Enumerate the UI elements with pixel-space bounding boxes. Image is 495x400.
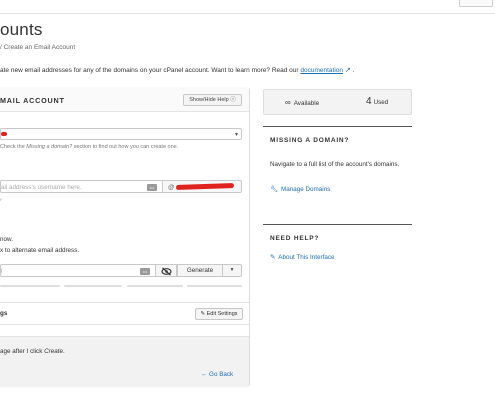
- stay-end: .: [63, 348, 65, 355]
- chevron-down-icon: ▾: [230, 267, 234, 273]
- used-label: Used: [373, 99, 389, 106]
- edit-settings-label: Edit Settings: [206, 311, 238, 317]
- show-hide-help-button[interactable]: Show/Hide Help ⓘ: [183, 94, 242, 106]
- alternate-email-text: x to alternate email address.: [0, 247, 80, 254]
- intro-end: .: [352, 67, 355, 74]
- settings-label: gs: [0, 310, 8, 317]
- wrench-icon: 🔧︎: [270, 186, 278, 193]
- edit-settings-button[interactable]: ✎ Edit Settings: [195, 308, 243, 320]
- password-value: l: [1, 268, 3, 275]
- need-help-title: NEED HELP?: [270, 235, 320, 242]
- stay-prefix: age after I click: [0, 348, 43, 355]
- edit-box-icon: ✎: [270, 254, 276, 261]
- strength-bar-segment: [0, 285, 60, 287]
- search-field-stub[interactable]: [459, 0, 493, 7]
- key-icon: •••: [147, 184, 157, 191]
- used-stat: 4 Used: [366, 96, 388, 107]
- key-icon: •••: [140, 268, 150, 275]
- dropdown-caret-icon: ▾: [234, 132, 238, 138]
- generate-options-button[interactable]: ▾: [223, 264, 242, 277]
- go-back-link[interactable]: ← Go Back: [201, 371, 233, 378]
- redacted-domain: [1, 132, 7, 136]
- divider: [0, 302, 249, 303]
- hint-prefix: Check the: [0, 144, 25, 150]
- password-input[interactable]: l •••: [0, 264, 155, 277]
- pencil-icon: ✎: [200, 311, 206, 317]
- about-interface-label: About This Interface: [278, 254, 335, 261]
- strength-bar-segment: [187, 285, 242, 287]
- documentation-link[interactable]: documentation: [300, 67, 343, 74]
- stay-on-page-text[interactable]: age after I click Create.: [0, 348, 65, 355]
- form-footer: [0, 336, 249, 387]
- hint-suffix: section to find out how you can create o…: [73, 144, 179, 150]
- sidebar-divider: [263, 126, 412, 127]
- available-stat: ∞ Available: [285, 98, 319, 107]
- about-interface-link[interactable]: ✎ About This Interface: [270, 254, 335, 261]
- sidebar-divider: [263, 224, 412, 225]
- intro-text-body: ate new email addresses for any of the d…: [0, 67, 299, 74]
- divider: [0, 324, 249, 325]
- stay-emphasis: Create: [44, 348, 64, 355]
- manage-domains-link[interactable]: 🔧︎ Manage Domains: [270, 185, 330, 193]
- username-tick: ›: [0, 197, 2, 203]
- breadcrumb: / Create an Email Account: [0, 44, 76, 51]
- domain-at: @: [168, 184, 175, 191]
- strength-bar-segment: [64, 285, 122, 287]
- panel-title: MAIL ACCOUNT: [0, 96, 65, 105]
- domain-select[interactable]: ▾: [0, 128, 242, 140]
- top-bar: [0, 0, 495, 14]
- domain-hint: Check the Missing a domain? section to f…: [0, 144, 178, 150]
- missing-domain-title: MISSING A DOMAIN?: [270, 137, 350, 144]
- manage-domains-label: Manage Domains: [281, 186, 331, 193]
- toggle-password-button[interactable]: [155, 264, 177, 277]
- generate-button[interactable]: Generate: [177, 264, 223, 277]
- used-count: 4: [366, 96, 372, 107]
- password-now-text: now.: [0, 236, 13, 243]
- missing-domain-text: Navigate to a full list of the account's…: [270, 161, 400, 168]
- username-placeholder: ail address's username here.: [1, 184, 82, 191]
- hint-emphasis: Missing a domain?: [26, 144, 73, 150]
- infinity-icon: ∞: [285, 98, 291, 107]
- external-link-icon[interactable]: ↗: [345, 67, 351, 74]
- available-label: Available: [293, 100, 320, 107]
- intro-text: ate new email addresses for any of the d…: [0, 66, 355, 74]
- page-title: ounts: [0, 20, 43, 39]
- strength-bar-segment: [127, 285, 183, 287]
- username-input[interactable]: ail address's username here. •••: [0, 180, 162, 193]
- eye-slash-icon: [160, 267, 172, 276]
